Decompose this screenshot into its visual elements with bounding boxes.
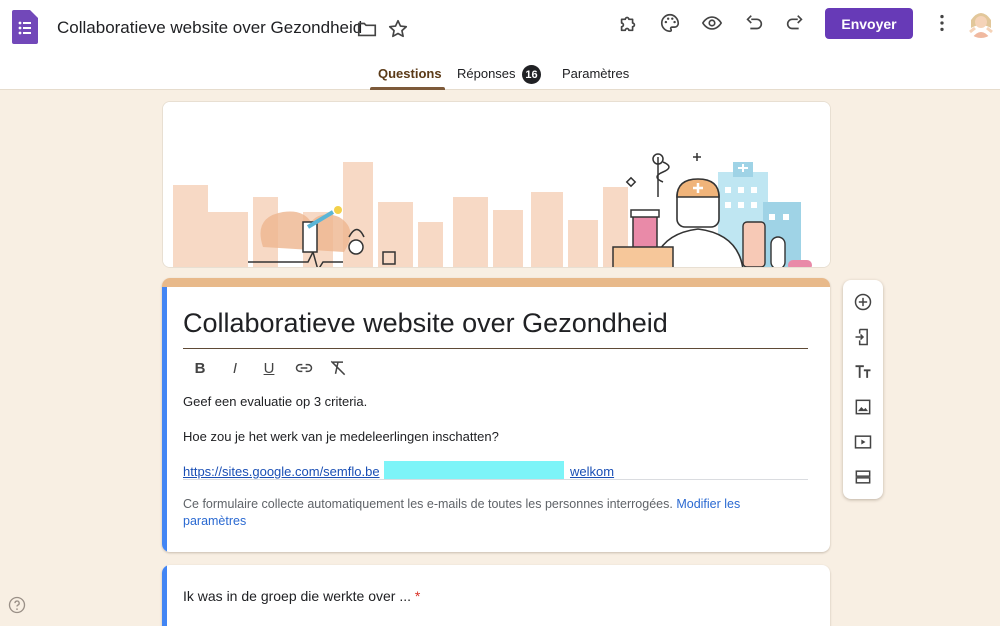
italic-button[interactable]: I <box>225 358 245 378</box>
header-banner-image <box>162 101 831 268</box>
help-icon[interactable] <box>8 596 26 614</box>
redo-icon[interactable] <box>783 11 807 35</box>
underline-button[interactable]: U <box>259 358 279 378</box>
clear-formatting-icon[interactable] <box>328 358 348 378</box>
star-icon[interactable] <box>386 17 410 41</box>
undo-icon[interactable] <box>742 11 766 35</box>
question-card[interactable]: Ik was in de groep die werkte over ... * <box>162 565 830 626</box>
question-indicator-bar <box>162 565 167 626</box>
send-button[interactable]: Envoyer <box>825 8 913 39</box>
email-collection-text: Ce formulaire collecte automatiquement l… <box>183 497 673 511</box>
description-line-1[interactable]: Geef een evaluatie op 3 criteria. <box>183 394 367 409</box>
active-card-indicator <box>162 287 167 552</box>
side-toolbar <box>843 280 883 499</box>
redaction-highlight <box>384 461 564 479</box>
add-video-icon[interactable] <box>852 431 874 453</box>
email-collection-note: Ce formulaire collecte automatiquement l… <box>183 496 783 530</box>
tab-questions[interactable]: Questions <box>378 66 442 81</box>
active-tab-indicator <box>370 87 445 90</box>
question-title[interactable]: Ik was in de groep die werkte over ... * <box>183 588 420 604</box>
description-link-2[interactable]: welkom <box>570 464 614 479</box>
add-section-icon[interactable] <box>852 466 874 488</box>
description-link-1[interactable]: https://sites.google.com/semflo.be <box>183 464 380 479</box>
add-question-icon[interactable] <box>852 291 874 313</box>
card-accent-bar <box>162 278 830 287</box>
tab-bar: Questions Réponses 16 Paramètres <box>0 60 1000 90</box>
app-header: Collaboratieve website over Gezondheid E… <box>0 0 1000 90</box>
form-title-card: Collaboratieve website over Gezondheid B… <box>162 278 830 552</box>
folder-icon[interactable] <box>355 17 379 41</box>
avatar[interactable] <box>966 8 996 38</box>
document-title[interactable]: Collaboratieve website over Gezondheid <box>57 18 362 38</box>
link-icon[interactable] <box>294 358 314 378</box>
import-questions-icon[interactable] <box>852 326 874 348</box>
description-line-2[interactable]: Hoe zou je het werk van je medeleerlinge… <box>183 429 499 444</box>
more-vert-icon[interactable] <box>930 11 954 35</box>
responses-count-badge: 16 <box>522 65 541 84</box>
add-image-icon[interactable] <box>852 396 874 418</box>
add-title-icon[interactable] <box>852 361 874 383</box>
title-underline <box>183 348 808 349</box>
addon-icon[interactable] <box>616 11 640 35</box>
required-asterisk: * <box>414 588 421 604</box>
bold-button[interactable]: B <box>190 358 210 378</box>
description-underline <box>183 479 808 480</box>
tab-responses[interactable]: Réponses <box>457 66 516 81</box>
forms-logo-icon[interactable] <box>12 10 38 44</box>
question-text: Ik was in de groep die werkte over ... <box>183 588 411 604</box>
preview-eye-icon[interactable] <box>700 11 724 35</box>
tab-settings[interactable]: Paramètres <box>562 66 629 81</box>
palette-icon[interactable] <box>658 11 682 35</box>
form-title-input[interactable]: Collaboratieve website over Gezondheid <box>183 308 668 339</box>
